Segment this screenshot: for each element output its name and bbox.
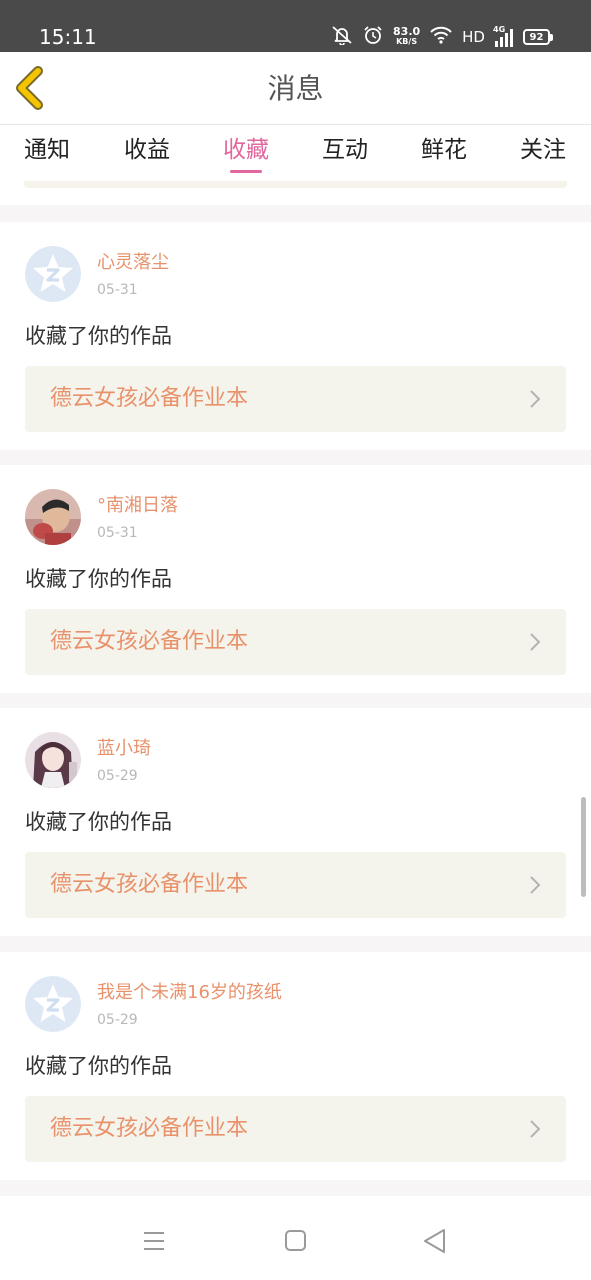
page-title: 消息 [267, 72, 324, 105]
header: 消息 [0, 52, 591, 125]
back-triangle-icon[interactable] [420, 1228, 450, 1254]
message-card[interactable]: 蓝小琦 05-29 收藏了你的作品 德云女孩必备作业本 [0, 708, 591, 936]
active-tab-indicator [230, 170, 262, 173]
work-title: 德云女孩必备作业本 [50, 872, 249, 897]
message-date: 05-29 [97, 768, 138, 784]
net-speed-unit: KB/S [396, 37, 418, 46]
signal-icon: 4G [493, 25, 513, 47]
net-speed: 83.0 KB/S [393, 25, 421, 47]
username[interactable]: 蓝小琦 [97, 738, 151, 760]
default-avatar-icon[interactable] [25, 976, 81, 1032]
username[interactable]: 我是个未满16岁的孩纸 [97, 982, 282, 1004]
hd-label: HD [462, 28, 485, 46]
status-time: 15:11 [39, 25, 97, 49]
navigation-bar [0, 1196, 591, 1280]
chevron-right-icon [530, 633, 541, 651]
status-icons: 83.0 KB/S HD 4G 92 [331, 24, 553, 50]
message-text: 收藏了你的作品 [25, 1054, 172, 1078]
status-bar: 15:11 83.0 KB/S HD 4G 92 [0, 0, 591, 52]
mute-icon [331, 25, 353, 49]
work-link[interactable]: 德云女孩必备作业本 [25, 366, 566, 432]
network-type: 4G [493, 25, 506, 34]
message-text: 收藏了你的作品 [25, 567, 172, 591]
previous-card-peek [0, 181, 591, 205]
tab-following[interactable]: 关注 [503, 135, 583, 165]
net-speed-value: 83.0 [393, 25, 421, 38]
user-photo-avatar[interactable] [25, 489, 81, 545]
message-card[interactable]: 心灵落尘 05-31 收藏了你的作品 德云女孩必备作业本 [0, 222, 591, 450]
alarm-icon [363, 25, 383, 49]
chevron-right-icon [530, 390, 541, 408]
default-avatar-icon[interactable] [25, 246, 81, 302]
work-title: 德云女孩必备作业本 [50, 1116, 249, 1141]
tab-favorites[interactable]: 收藏 [206, 135, 286, 165]
tab-notifications[interactable]: 通知 [7, 135, 87, 165]
username[interactable]: 心灵落尘 [97, 252, 169, 274]
work-title: 德云女孩必备作业本 [50, 629, 249, 654]
menu-icon[interactable] [140, 1228, 170, 1254]
message-date: 05-31 [97, 525, 138, 541]
battery-level: 92 [523, 29, 550, 45]
message-date: 05-31 [97, 282, 138, 298]
message-text: 收藏了你的作品 [25, 324, 172, 348]
message-card[interactable]: 我是个未满16岁的孩纸 05-29 收藏了你的作品 德云女孩必备作业本 [0, 952, 591, 1180]
username[interactable]: °南湘日落 [97, 495, 178, 517]
tab-earnings[interactable]: 收益 [107, 135, 187, 165]
work-link[interactable]: 德云女孩必备作业本 [25, 609, 566, 675]
wifi-icon [430, 26, 452, 48]
work-title: 德云女孩必备作业本 [50, 386, 249, 411]
home-square-icon[interactable] [281, 1228, 311, 1254]
work-link[interactable]: 德云女孩必备作业本 [25, 1096, 566, 1162]
message-date: 05-29 [97, 1012, 138, 1028]
tab-bar: 通知 收益 收藏 互动 鲜花 关注 [0, 125, 591, 181]
chevron-right-icon [530, 1120, 541, 1138]
chevron-right-icon [530, 876, 541, 894]
battery-icon: 92 [523, 29, 553, 45]
tab-flowers[interactable]: 鲜花 [404, 135, 484, 165]
tab-interactions[interactable]: 互动 [305, 135, 385, 165]
message-card[interactable]: °南湘日落 05-31 收藏了你的作品 德云女孩必备作业本 [0, 465, 591, 693]
anime-girl-avatar[interactable] [25, 732, 81, 788]
scrollbar-thumb[interactable] [581, 797, 586, 897]
message-text: 收藏了你的作品 [25, 810, 172, 834]
work-link[interactable]: 德云女孩必备作业本 [25, 852, 566, 918]
